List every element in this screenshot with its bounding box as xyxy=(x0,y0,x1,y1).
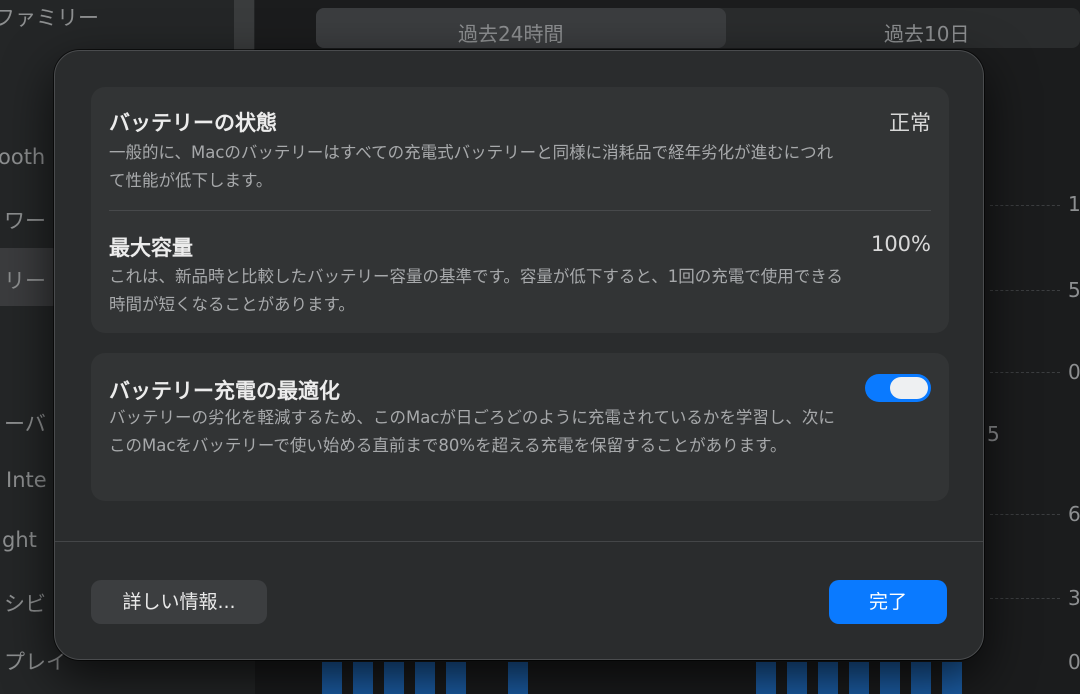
max-capacity-description: これは、新品時と比較したバッテリー容量の基準です。容量が低下すると、1回の充電で… xyxy=(109,267,843,314)
usage-bar xyxy=(384,662,404,694)
max-capacity-title: 最大容量 xyxy=(109,236,193,260)
usage-bar xyxy=(849,662,869,694)
chart-axis-label: 0 xyxy=(1068,360,1080,384)
battery-health-title: バッテリーの状態 xyxy=(109,111,277,135)
usage-bar xyxy=(880,662,900,694)
usage-bar xyxy=(911,662,931,694)
usage-bar xyxy=(942,662,962,694)
sidebar-item-battery[interactable]: リー xyxy=(4,265,46,295)
battery-health-value: 正常 xyxy=(889,111,931,135)
sidebar-item-server[interactable]: ーバ xyxy=(4,408,46,438)
tab-last-24-hours[interactable]: 過去24時間 xyxy=(458,18,563,47)
sidebar-item-display[interactable]: プレイ xyxy=(4,646,67,676)
chart-gridline xyxy=(990,514,1060,515)
chart-axis-label: 5 xyxy=(987,422,1000,446)
sidebar-item-accessibility[interactable]: シビ xyxy=(4,588,46,618)
toggle-knob xyxy=(890,377,928,399)
optimized-charging-description: バッテリーの劣化を軽減するため、このMacが日ごろどのように充電されているかを学… xyxy=(109,408,835,455)
chart-axis-label: 1 xyxy=(1068,192,1080,216)
optimized-charging-group: バッテリー充電の最適化 バッテリーの劣化を軽減するため、このMacが日ごろどのよ… xyxy=(91,353,949,501)
battery-info-group: バッテリーの状態 正常 一般的に、Macのバッテリーはすべての充電式バッテリーと… xyxy=(91,87,949,333)
usage-bar xyxy=(787,662,807,694)
sidebar-item-family[interactable]: ファミリー xyxy=(0,2,99,32)
chart-axis-label: 5 xyxy=(1068,278,1080,302)
chart-axis-label: 3 xyxy=(1068,586,1080,610)
optimized-charging-title: バッテリー充電の最適化 xyxy=(109,379,340,403)
tab-last-10-days[interactable]: 過去10日 xyxy=(884,18,969,47)
chart-axis-label: 0 xyxy=(1068,650,1080,674)
sidebar-item-internet[interactable]: Inte xyxy=(6,468,47,492)
more-info-button[interactable]: 詳しい情報... xyxy=(91,580,267,624)
battery-health-sheet: バッテリーの状態 正常 一般的に、Macのバッテリーはすべての充電式バッテリーと… xyxy=(54,50,984,660)
chart-gridline xyxy=(990,372,1060,373)
chart-gridline xyxy=(990,598,1060,599)
usage-bar xyxy=(446,662,466,694)
done-button[interactable]: 完了 xyxy=(829,580,947,624)
battery-health-description: 一般的に、Macのバッテリーはすべての充電式バッテリーと同様に消耗品で経年劣化が… xyxy=(109,143,834,190)
usage-bar xyxy=(322,662,342,694)
usage-bar xyxy=(353,662,373,694)
usage-bar xyxy=(818,662,838,694)
sidebar-scrollbar[interactable] xyxy=(234,0,254,50)
usage-bar xyxy=(756,662,776,694)
chart-gridline xyxy=(990,290,1060,291)
chart-axis-label: 6 xyxy=(1068,502,1080,526)
sidebar-item-bluetooth[interactable]: ooth xyxy=(0,145,45,169)
usage-bar xyxy=(415,662,435,694)
chart-gridline xyxy=(990,205,1060,206)
group-divider xyxy=(109,210,931,211)
sidebar-item-night[interactable]: ght xyxy=(2,528,37,552)
optimized-charging-toggle[interactable] xyxy=(865,374,931,402)
footer-divider xyxy=(55,541,983,542)
usage-bar xyxy=(508,662,528,694)
max-capacity-value: 100% xyxy=(870,232,931,256)
sidebar-item-network[interactable]: ワー xyxy=(4,205,46,235)
